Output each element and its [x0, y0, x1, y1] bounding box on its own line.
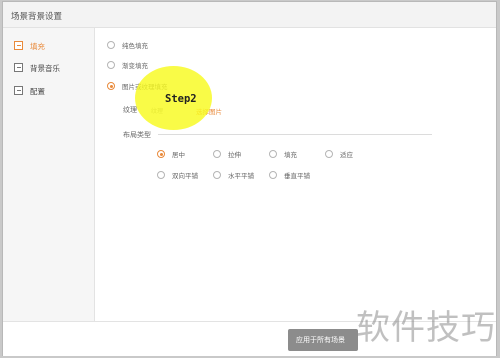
sidebar: 填充 背景音乐 配置 [3, 28, 95, 321]
sidebar-item-label: 填充 [30, 42, 45, 51]
radio-button[interactable] [157, 150, 165, 158]
radio-button[interactable] [107, 41, 115, 49]
watermark-text: 软件技巧 [356, 308, 496, 348]
radio-button[interactable] [269, 150, 277, 158]
texture-label: 纹理 [123, 106, 137, 114]
dialog-title: 场景背景设置 [11, 12, 63, 22]
radio-button[interactable] [107, 61, 115, 69]
option-label: 填充 [284, 151, 297, 159]
radio-button[interactable] [325, 150, 333, 158]
option-label: 拉伸 [228, 151, 241, 159]
dialog-titlebar: 场景背景设置 [3, 2, 496, 28]
option-label: 垂直平铺 [284, 172, 310, 180]
fill-icon [14, 41, 23, 50]
apply-to-all-scenes-button[interactable]: 应用于所有场景 [288, 329, 358, 351]
music-icon [14, 63, 23, 72]
radio-button[interactable] [107, 82, 115, 90]
option-label: 水平平铺 [228, 172, 254, 180]
sidebar-item-fill[interactable]: 填充 [3, 36, 95, 58]
sidebar-item-label: 背景音乐 [30, 64, 60, 73]
sidebar-item-label: 配置 [30, 87, 45, 96]
option-label: 居中 [172, 151, 185, 159]
section-divider [158, 134, 432, 135]
radio-button[interactable] [157, 171, 165, 179]
sidebar-item-music[interactable]: 背景音乐 [3, 58, 95, 80]
option-label: 纯色填充 [122, 42, 148, 50]
radio-button[interactable] [213, 171, 221, 179]
layout-type-label: 布局类型 [123, 131, 151, 139]
sidebar-item-config[interactable]: 配置 [3, 81, 95, 103]
option-label: 双向平铺 [172, 172, 198, 180]
option-label: 渐变填充 [122, 62, 148, 70]
config-icon [14, 86, 23, 95]
radio-button[interactable] [213, 150, 221, 158]
option-label: 适应 [340, 151, 353, 159]
radio-button[interactable] [269, 171, 277, 179]
step-label: Step2 [165, 93, 197, 105]
